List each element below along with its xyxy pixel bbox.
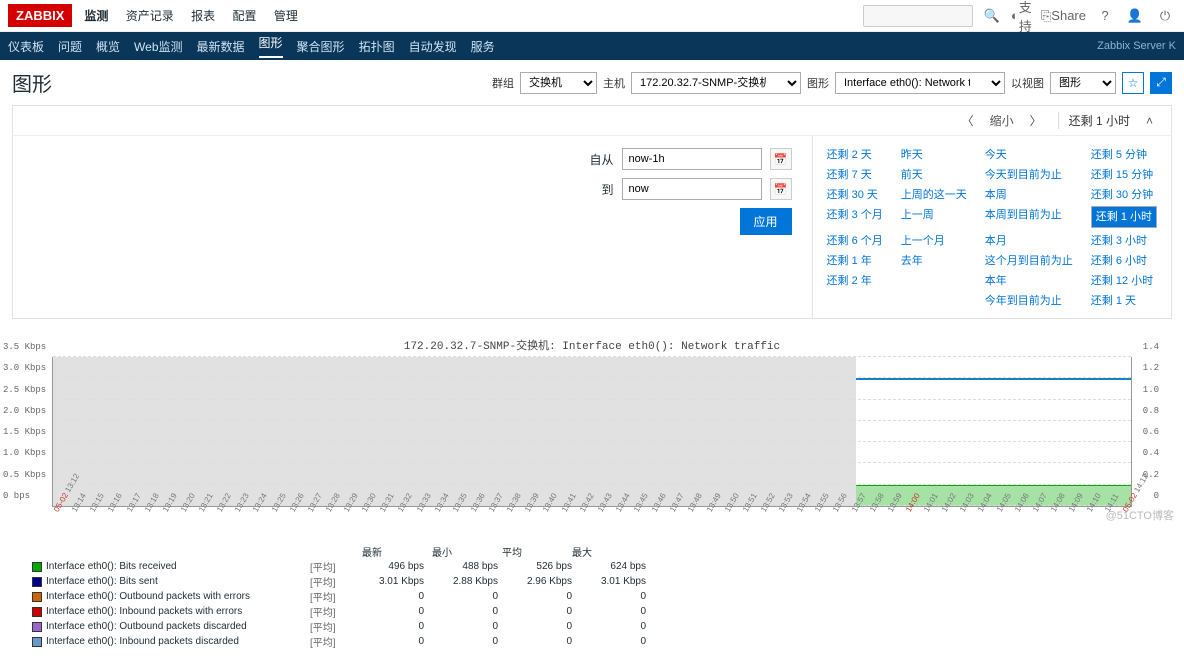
view-select[interactable]: 图形 (1050, 72, 1116, 94)
sub-latest[interactable]: 最新数据 (197, 38, 245, 55)
preset-link[interactable]: 还剩 1 天 (1091, 292, 1157, 308)
sub-problems[interactable]: 问题 (58, 38, 82, 55)
power-icon[interactable]: ⏻ (1154, 5, 1176, 27)
host-label: 主机 (603, 75, 625, 91)
nav-monitoring[interactable]: 监测 (84, 9, 108, 23)
chart-title: 172.20.32.7-SNMP-交换机: Interface eth0(): … (22, 333, 1162, 357)
favorite-button[interactable]: ☆ (1122, 72, 1144, 94)
sub-discovery[interactable]: 自动发现 (409, 38, 457, 55)
nav-inventory[interactable]: 资产记录 (126, 9, 174, 23)
logo: ZABBIX (8, 4, 72, 27)
preset-link[interactable]: 还剩 3 小时 (1091, 232, 1157, 248)
view-label: 以视图 (1011, 75, 1044, 91)
preset-link[interactable]: 还剩 5 分钟 (1091, 146, 1157, 162)
graph-select[interactable]: Interface eth0(): Network traffic (835, 72, 1005, 94)
sub-graphs[interactable]: 图形 (259, 34, 283, 58)
sub-services[interactable]: 服务 (471, 38, 495, 55)
preset-link[interactable]: 今年到目前为止 (985, 292, 1073, 308)
preset-link[interactable]: 上周的这一天 (901, 186, 967, 202)
search-icon[interactable]: 🔍 (981, 5, 1003, 27)
sub-overview[interactable]: 概览 (96, 38, 120, 55)
top-nav: 监测 资产记录 报表 配置 管理 (84, 7, 311, 24)
server-name: Zabbix Server K (1097, 40, 1176, 52)
graph-label: 图形 (807, 75, 829, 91)
preset-link[interactable]: 还剩 6 小时 (1091, 252, 1157, 268)
legend-row: Interface eth0(): Bits received[平均]496 b… (32, 559, 1152, 574)
support-link[interactable]: ◐ 支持 (1011, 5, 1033, 27)
share-link[interactable]: ⎘Share (1041, 5, 1086, 27)
group-select[interactable]: 交换机 (520, 72, 597, 94)
preset-link[interactable]: 本年 (985, 272, 1073, 288)
sub-screens[interactable]: 聚合图形 (297, 38, 345, 55)
nav-reports[interactable]: 报表 (191, 9, 215, 23)
time-range-label[interactable]: 还剩 1 小时 (1058, 112, 1130, 129)
chart-area: 0 bps0.5 Kbps1.0 Kbps1.5 Kbps2.0 Kbps2.5… (52, 357, 1132, 507)
sub-web[interactable]: Web监测 (134, 38, 182, 55)
zoom-out[interactable]: 缩小 (990, 112, 1014, 129)
preset-link[interactable]: 本周 (985, 186, 1073, 202)
preset-link[interactable]: 还剩 1 小时 (1091, 206, 1157, 228)
page-title: 图形 (12, 68, 52, 97)
preset-link[interactable]: 今天 (985, 146, 1073, 162)
preset-link[interactable]: 本月 (985, 232, 1073, 248)
preset-link[interactable]: 还剩 30 分钟 (1091, 186, 1157, 202)
legend-row: Interface eth0(): Inbound packets with e… (32, 604, 1152, 619)
preset-link[interactable]: 还剩 15 分钟 (1091, 166, 1157, 182)
sub-maps[interactable]: 拓扑图 (359, 38, 395, 55)
watermark: @51CTO博客 (1106, 507, 1174, 523)
preset-link[interactable]: 还剩 3 个月 (827, 206, 883, 228)
preset-link[interactable]: 还剩 1 年 (827, 252, 883, 268)
legend-row: Interface eth0(): Bits sent[平均]3.01 Kbps… (32, 574, 1152, 589)
user-icon[interactable]: 👤 (1124, 5, 1146, 27)
apply-button[interactable]: 应用 (740, 208, 792, 235)
nav-admin[interactable]: 管理 (274, 9, 298, 23)
preset-link[interactable]: 还剩 12 小时 (1091, 272, 1157, 288)
preset-link[interactable]: 今天到目前为止 (985, 166, 1073, 182)
legend-row: Interface eth0(): Inbound packets discar… (32, 634, 1152, 649)
x-axis: 05-02 13:1213:1413:1513:1613:1713:1813:1… (52, 509, 1132, 518)
time-presets: 还剩 2 天 昨天 今天 还剩 5 分钟还剩 7 天 前天 今天到目前为止 还剩 15 分钟… (812, 136, 1171, 318)
preset-link[interactable]: 昨天 (901, 146, 967, 162)
preset-link[interactable]: 还剩 2 天 (827, 146, 883, 162)
search-input[interactable] (863, 5, 973, 27)
preset-link[interactable]: 本周到目前为止 (985, 206, 1073, 228)
next-button[interactable]: 〉 (1030, 112, 1042, 129)
preset-link[interactable]: 还剩 30 天 (827, 186, 883, 202)
prev-button[interactable]: 〈 (962, 112, 974, 129)
collapse-icon[interactable]: ˄ (1146, 114, 1153, 128)
legend-row: Interface eth0(): Outbound packets with … (32, 589, 1152, 604)
preset-link[interactable]: 还剩 2 年 (827, 272, 883, 288)
host-select[interactable]: 172.20.32.7-SNMP-交换机 (631, 72, 801, 94)
chart-legend: 最新最小平均最大 Interface eth0(): Bits received… (32, 544, 1152, 649)
preset-link[interactable]: 这个月到目前为止 (985, 252, 1073, 268)
to-calendar-icon[interactable]: 📅 (770, 178, 792, 200)
preset-link[interactable]: 前天 (901, 166, 967, 182)
preset-link[interactable]: 还剩 6 个月 (827, 232, 883, 248)
to-label: 到 (584, 181, 614, 198)
nav-config[interactable]: 配置 (232, 9, 256, 23)
fullscreen-button[interactable]: ⤢ (1150, 72, 1172, 94)
to-input[interactable] (622, 178, 762, 200)
group-label: 群组 (492, 75, 514, 91)
preset-link[interactable]: 还剩 7 天 (827, 166, 883, 182)
from-label: 自从 (584, 151, 614, 168)
sub-dashboard[interactable]: 仪表板 (8, 38, 44, 55)
preset-link[interactable]: 去年 (901, 252, 967, 268)
legend-row: Interface eth0(): Outbound packets disca… (32, 619, 1152, 634)
preset-link[interactable]: 上一周 (901, 206, 967, 228)
help-icon[interactable]: ? (1094, 5, 1116, 27)
from-input[interactable] (622, 148, 762, 170)
from-calendar-icon[interactable]: 📅 (770, 148, 792, 170)
preset-link[interactable]: 上一个月 (901, 232, 967, 248)
